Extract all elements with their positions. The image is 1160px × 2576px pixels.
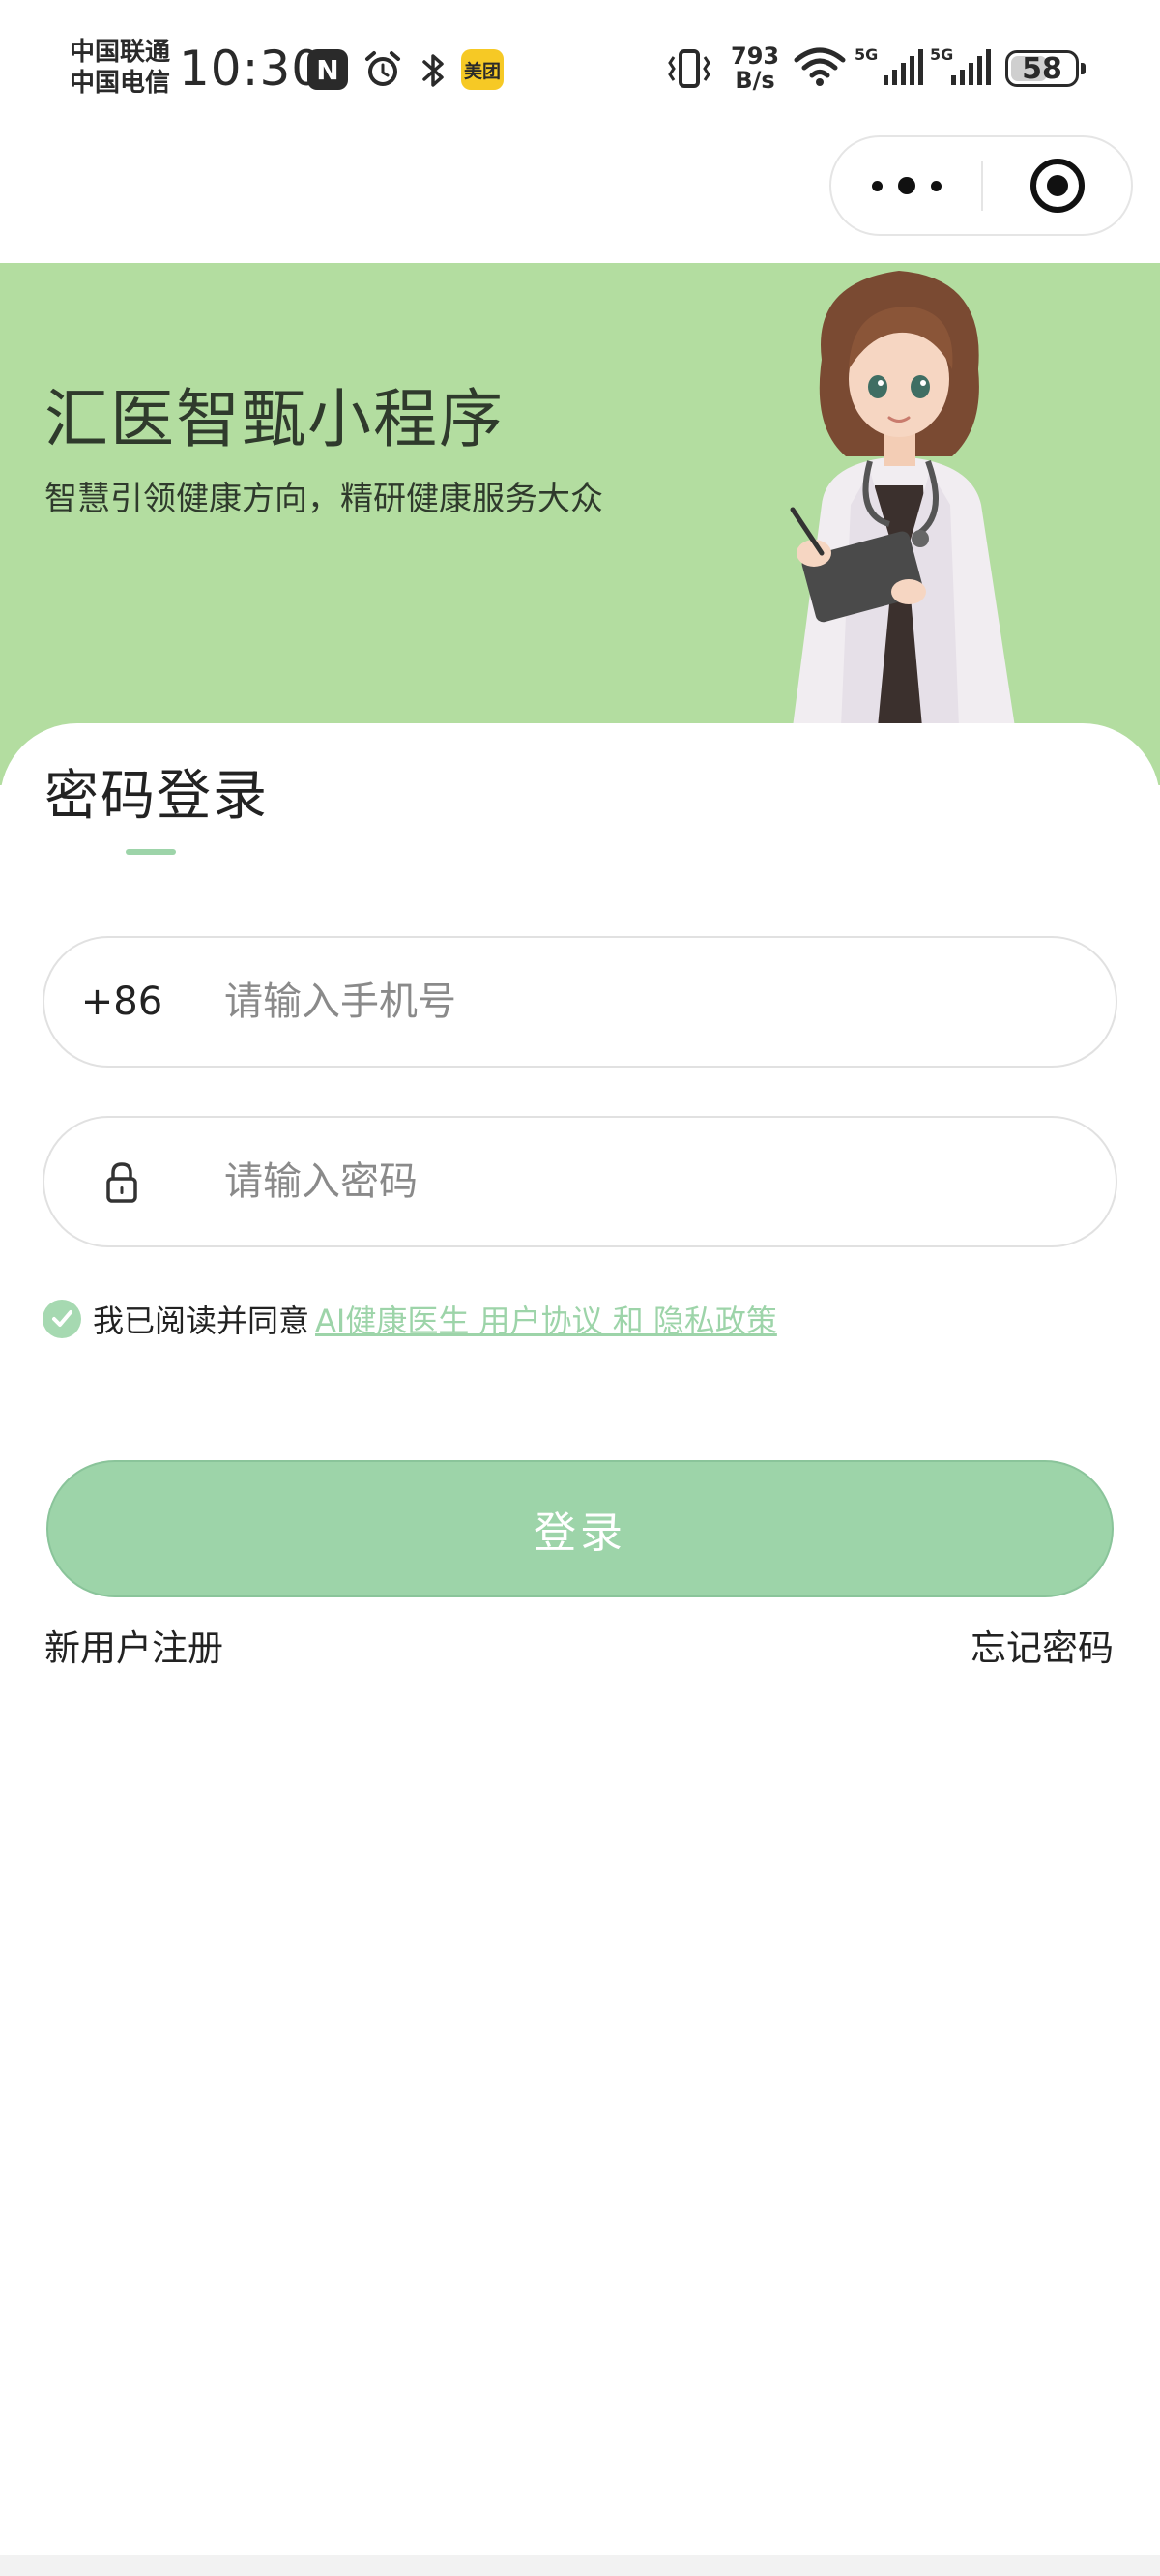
tab-password-login[interactable]: 密码登录 xyxy=(44,762,269,832)
hero-banner: 汇医智甄小程序 智慧引领健康方向，精研健康服务大众 xyxy=(0,263,1160,785)
battery-icon: 58 xyxy=(1005,50,1086,87)
net-speed: 793 B/s xyxy=(731,44,779,93)
app-title: 汇医智甄小程序 xyxy=(44,382,505,456)
alarm-icon xyxy=(362,49,403,90)
close-target-icon xyxy=(1030,159,1085,213)
app-slogan: 智慧引领健康方向，精研健康服务大众 xyxy=(44,480,603,518)
bluetooth-icon xyxy=(414,48,452,93)
tab-active-indicator xyxy=(126,849,176,855)
net-speed-unit: B/s xyxy=(735,67,775,94)
signal-5g-icon: 5G xyxy=(930,44,1000,89)
svg-text:5G: 5G xyxy=(930,45,953,64)
nfc-label: N xyxy=(316,53,339,86)
miniprogram-capsule xyxy=(829,135,1133,236)
login-button[interactable]: 登录 xyxy=(46,1460,1114,1597)
bottom-gesture-area xyxy=(0,2555,1160,2576)
carrier-info: 中国联通 中国电信 xyxy=(70,37,170,99)
phone-input[interactable] xyxy=(224,938,1075,1066)
register-link[interactable]: 新用户注册 xyxy=(44,1625,223,1673)
checkmark-icon xyxy=(52,1310,72,1327)
more-dots-icon xyxy=(864,177,949,194)
close-miniprogram-button[interactable] xyxy=(983,137,1131,234)
vibrate-icon xyxy=(665,46,713,91)
svg-text:5G: 5G xyxy=(855,45,878,64)
status-bar: 中国联通 中国电信 10:30 N 美团 793 B/s 5G 5G 58 xyxy=(0,0,1160,135)
forgot-password-link[interactable]: 忘记密码 xyxy=(971,1625,1114,1673)
doctor-illustration xyxy=(790,271,1015,727)
carrier-1: 中国联通 xyxy=(70,38,171,67)
phone-field: +86 xyxy=(43,936,1117,1068)
wifi-icon xyxy=(791,44,849,89)
net-speed-value: 793 xyxy=(731,43,780,70)
status-time: 10:30 xyxy=(179,41,324,97)
battery-level: 58 xyxy=(1022,51,1062,86)
password-field xyxy=(43,1116,1117,1247)
meituan-icon: 美团 xyxy=(461,49,504,90)
password-input[interactable] xyxy=(224,1118,1075,1245)
meituan-label: 美团 xyxy=(463,60,501,82)
agreement-checkbox[interactable] xyxy=(43,1300,81,1338)
agreement-row: 我已阅读并同意 AI健康医生 用户协议 和 隐私政策 xyxy=(43,1296,777,1342)
nfc-icon: N xyxy=(307,49,348,90)
login-card: 密码登录 +86 我已阅读并同意 AI健康医生 用户协议 和 隐私政策 登录 新… xyxy=(0,723,1160,2576)
carrier-2: 中国电信 xyxy=(70,69,171,98)
signal-5g-icon: 5G xyxy=(855,44,924,89)
lock-icon xyxy=(106,1162,137,1203)
agreement-text: 我已阅读并同意 xyxy=(93,1303,310,1339)
more-menu-button[interactable] xyxy=(831,137,982,234)
country-code[interactable]: +86 xyxy=(73,938,170,1066)
agreement-link[interactable]: AI健康医生 用户协议 和 隐私政策 xyxy=(315,1297,777,1341)
